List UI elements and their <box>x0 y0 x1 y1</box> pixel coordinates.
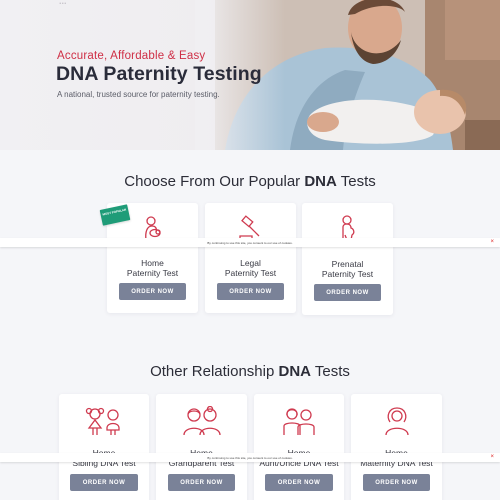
card-title: Legal Paternity Test <box>205 258 296 278</box>
cookie-text: By continuing to use this site, you cons… <box>207 240 293 245</box>
card-sibling-test: Home Sibling DNA Test ORDER NOW <box>59 394 149 500</box>
card-title-line1: Legal <box>240 258 261 268</box>
popular-tests-heading: Choose From Our Popular DNA Tests <box>0 173 500 190</box>
order-now-button[interactable]: ORDER NOW <box>314 284 381 301</box>
grandparents-icon <box>156 406 247 436</box>
card-title-line2: Paternity Test <box>224 268 277 278</box>
close-icon[interactable]: × <box>490 453 494 462</box>
order-now-button[interactable]: ORDER NOW <box>119 283 186 300</box>
card-legal-paternity: Legal Paternity Test ORDER NOW <box>205 203 296 313</box>
aunt-uncle-icon <box>254 406 344 436</box>
site-logo[interactable]: ... <box>59 0 67 6</box>
mother-icon <box>351 406 442 436</box>
card-title-line1: Prenatal <box>331 259 364 269</box>
siblings-icon <box>59 406 149 436</box>
card-title: Prenatal Paternity Test <box>302 259 393 279</box>
close-icon[interactable]: × <box>490 238 494 247</box>
hero-subtitle: A national, trusted source for paternity… <box>57 90 220 99</box>
heading-suffix: Tests <box>311 363 350 380</box>
order-now-button[interactable]: ORDER NOW <box>265 474 333 491</box>
heading-prefix: Choose From Our Popular <box>124 173 305 190</box>
order-now-button[interactable]: ORDER NOW <box>70 474 138 491</box>
card-title-line1: Home <box>141 258 164 268</box>
hero-tagline: Accurate, Affordable & Easy <box>57 50 206 62</box>
hero-banner: ... Accurate, Affordable & Easy DNA Pate… <box>0 0 500 150</box>
heading-bold: DNA <box>278 363 312 380</box>
card-grandparent-test: Home Grandparent Test ORDER NOW <box>156 394 247 500</box>
order-now-button[interactable]: ORDER NOW <box>217 283 284 300</box>
other-tests-heading: Other Relationship DNA Tests <box>0 363 500 380</box>
heading-prefix: Other Relationship <box>150 363 279 380</box>
cookie-consent-bar: By continuing to use this site, you cons… <box>0 238 500 247</box>
page-title: DNA Paternity Testing <box>56 63 262 85</box>
card-maternity-test: Home Maternity DNA Test ORDER NOW <box>351 394 442 500</box>
card-title-line2: Paternity Test <box>126 268 179 278</box>
heading-bold: DNA <box>304 173 337 190</box>
card-aunt-uncle-test: Home Aunt/Uncle DNA Test ORDER NOW <box>254 394 344 500</box>
order-now-button[interactable]: ORDER NOW <box>363 474 430 491</box>
cookie-text: By continuing to use this site, you cons… <box>207 455 293 460</box>
heading-suffix: Tests <box>336 173 376 190</box>
cookie-consent-bar: By continuing to use this site, you cons… <box>0 453 500 462</box>
card-prenatal-paternity: Prenatal Paternity Test ORDER NOW <box>302 203 393 315</box>
card-title-line2: Paternity Test <box>321 269 374 279</box>
order-now-button[interactable]: ORDER NOW <box>168 474 235 491</box>
card-title: Home Paternity Test <box>107 258 198 278</box>
